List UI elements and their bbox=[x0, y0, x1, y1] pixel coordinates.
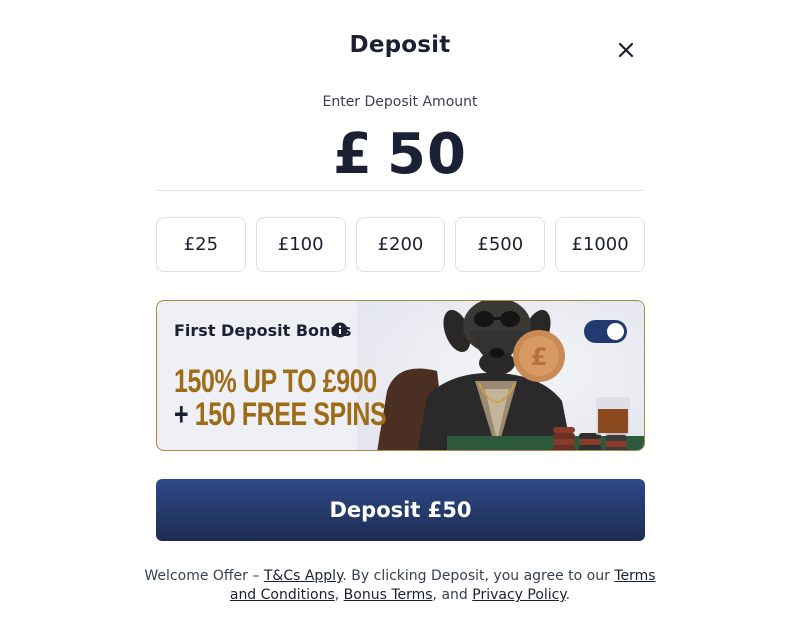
deposit-button[interactable]: Deposit £50 bbox=[156, 479, 645, 541]
modal-title: Deposit bbox=[349, 32, 451, 58]
currency-symbol: £ bbox=[333, 121, 374, 187]
privacy-policy-link[interactable]: Privacy Policy bbox=[472, 587, 565, 603]
close-icon bbox=[618, 42, 634, 58]
footer-text: Welcome Offer – bbox=[144, 568, 264, 584]
preset-button-200[interactable]: £200 bbox=[355, 217, 446, 272]
amount-input[interactable]: £50 bbox=[156, 118, 644, 191]
amount-label: Enter Deposit Amount bbox=[322, 94, 478, 110]
deposit-modal: Deposit Enter Deposit Amount £50 £25 £10… bbox=[0, 0, 800, 640]
preset-button-500[interactable]: £500 bbox=[455, 217, 546, 272]
bonus-toggle[interactable] bbox=[584, 320, 627, 343]
amount-value: £50 bbox=[333, 122, 467, 187]
first-deposit-bonus-card: £ First Deposit Bonus 150% UP TO £900 + … bbox=[156, 300, 645, 451]
close-button[interactable] bbox=[612, 36, 640, 64]
footer-text: . By clicking Deposit, you agree to our bbox=[342, 568, 615, 584]
promo-line1-a: 150% UP TO bbox=[174, 363, 323, 399]
footer-text: , bbox=[334, 587, 344, 603]
bonus-title: First Deposit Bonus bbox=[174, 321, 352, 340]
preset-button-1000[interactable]: £1000 bbox=[555, 217, 645, 272]
svg-text:£: £ bbox=[531, 343, 548, 371]
info-icon[interactable] bbox=[332, 322, 348, 338]
promo-line2-b: 150 FREE SPINS bbox=[194, 396, 387, 432]
preset-amounts: £25 £100 £200 £500 £1000 bbox=[156, 217, 645, 272]
preset-button-100[interactable]: £100 bbox=[255, 217, 346, 272]
footer-text: , and bbox=[432, 587, 473, 603]
legal-footer: Welcome Offer – T&Cs Apply. By clicking … bbox=[140, 567, 660, 605]
toggle-knob bbox=[607, 323, 624, 340]
promo-line2-a: + bbox=[174, 396, 195, 432]
promo-line1-b: £900 bbox=[322, 363, 377, 399]
bonus-terms-link[interactable]: Bonus Terms bbox=[344, 587, 433, 603]
amount-number: 50 bbox=[387, 121, 467, 187]
footer-text: . bbox=[565, 587, 571, 603]
bonus-promo-text: 150% UP TO £900 + 150 FREE SPINS bbox=[174, 363, 387, 432]
tcs-link[interactable]: T&Cs Apply bbox=[264, 568, 343, 584]
preset-button-25[interactable]: £25 bbox=[156, 217, 246, 272]
